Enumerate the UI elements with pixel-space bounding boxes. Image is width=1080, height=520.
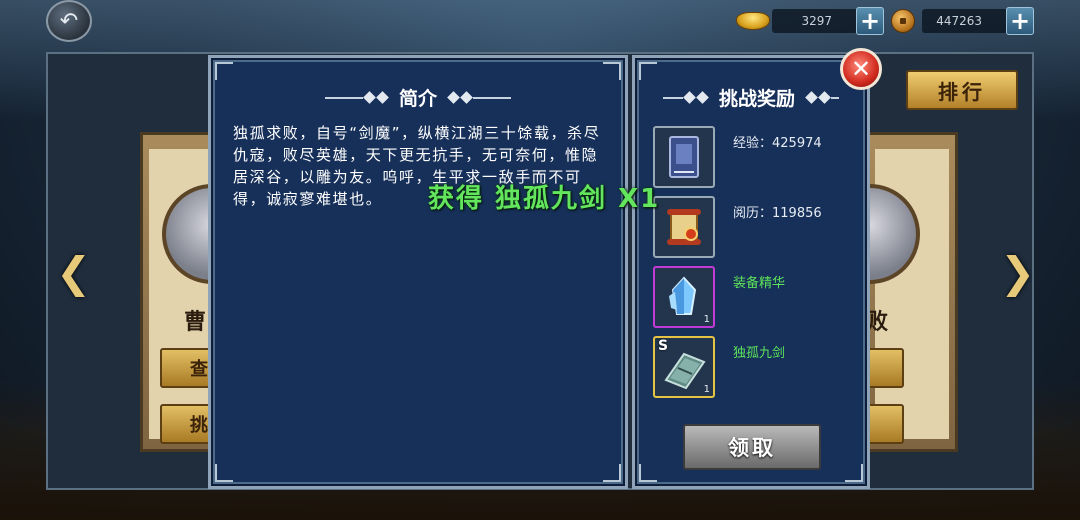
scroll-icon [653, 196, 715, 258]
reward-item-sword-manual[interactable]: S 1 独孤九剑 [653, 336, 853, 398]
add-copper-coin-button[interactable]: + [1006, 7, 1034, 35]
reward-label: 阅历：119856 [733, 206, 822, 221]
reward-count: 1 [703, 314, 710, 325]
back-button[interactable]: ↶ [46, 0, 92, 42]
book-icon [653, 126, 715, 188]
reward-item-equipment-essence[interactable]: 1 装备精华 [653, 266, 853, 328]
intro-panel: 简介 独孤求败，自号“剑魔”，纵横江湖三十馀载，杀尽仇寇，败尽英雄，天下更无抗手… [208, 55, 628, 489]
back-arrow-icon: ↶ [59, 8, 79, 34]
reward-title-bar: 挑战奖励 [635, 84, 867, 111]
copper-coin-value: 447263 [922, 9, 1008, 33]
gold-ingot-icon [734, 7, 772, 35]
copper-coin-icon [884, 7, 922, 35]
crystal-icon: 1 [653, 266, 715, 328]
claim-button[interactable]: 领取 [683, 424, 821, 470]
reward-panel: 挑战奖励 经验：425974 阅历：119856 1 装备精华 S 1 独孤九剑… [632, 55, 870, 489]
obtained-item-toast: 获得 独孤九剑 X1 [428, 184, 661, 214]
left-character-name: 曹 [184, 310, 207, 335]
next-arrow-icon[interactable]: ❯ [1000, 248, 1035, 297]
reward-count: 1 [703, 384, 710, 395]
copper-coin-currency: 447263 + [884, 6, 1034, 36]
reward-label: 经验：425974 [733, 136, 822, 151]
gold-ingot-value: 3297 [772, 9, 858, 33]
reward-item-exp[interactable]: 经验：425974 [653, 126, 853, 188]
title-ornament-right-icon [805, 91, 839, 104]
reward-item-experience-points[interactable]: 阅历：119856 [653, 196, 853, 258]
prev-arrow-icon[interactable]: ❮ [56, 248, 91, 297]
add-gold-ingot-button[interactable]: + [856, 7, 884, 35]
close-button[interactable]: ✕ [840, 48, 882, 90]
title-ornament-left-icon [324, 91, 389, 104]
title-ornament-right-icon [447, 91, 511, 104]
reward-label: 独孤九剑 [733, 346, 786, 361]
close-icon: ✕ [850, 55, 872, 83]
right-challenge-button[interactable] [866, 404, 904, 444]
ranking-button[interactable]: 排行 [906, 70, 1018, 110]
right-view-button[interactable] [866, 348, 904, 388]
reward-label: 装备精华 [733, 276, 786, 291]
title-ornament-left-icon [662, 91, 709, 104]
reward-title: 挑战奖励 [718, 88, 795, 110]
intro-title-bar: 简介 [211, 84, 625, 111]
intro-title: 简介 [398, 88, 437, 110]
grade-badge: S [658, 338, 669, 354]
gold-ingot-currency: 3297 + [734, 6, 884, 36]
manual-icon: S 1 [653, 336, 715, 398]
